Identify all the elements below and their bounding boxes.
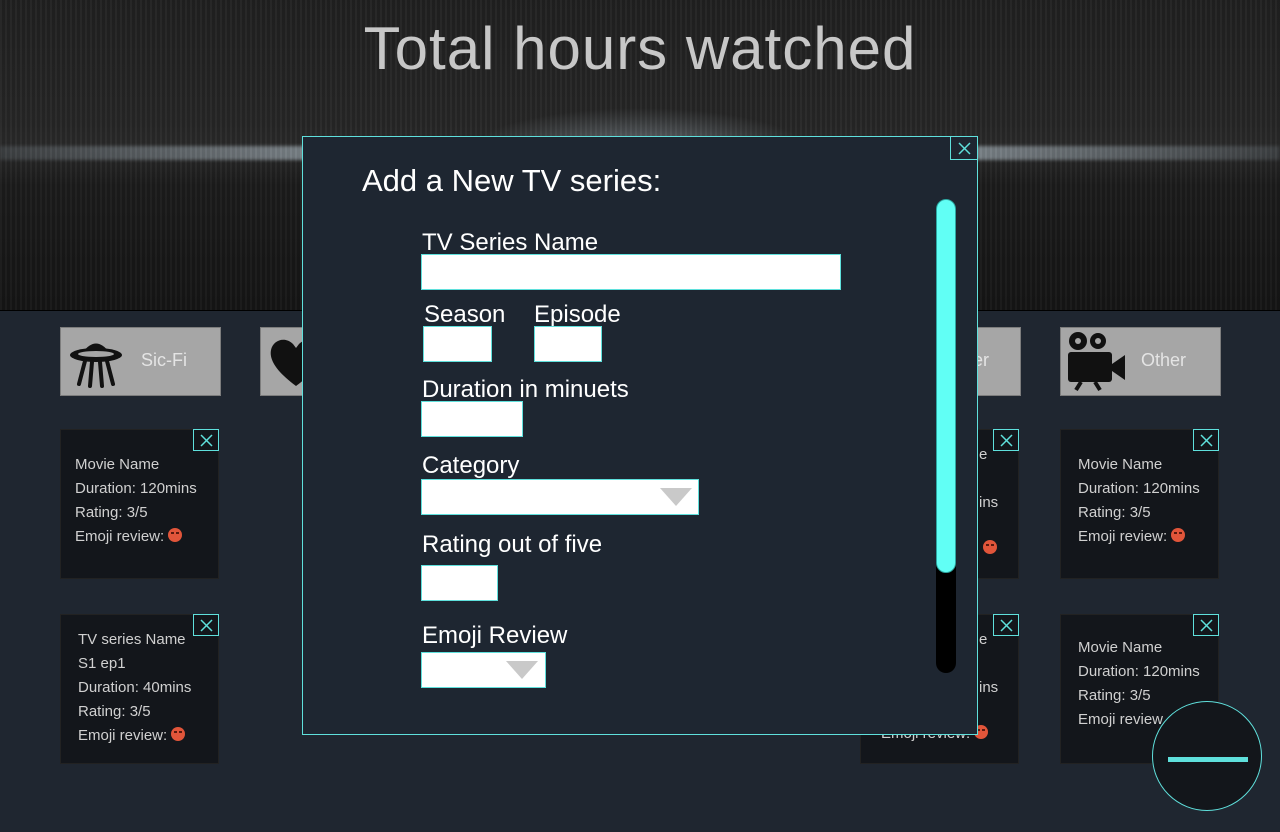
card-title: Movie Name [1078, 456, 1163, 473]
card-title: Movie Name [75, 456, 160, 473]
card-duration: Duration: 120mins [75, 480, 197, 497]
delete-card-button[interactable] [193, 429, 219, 451]
category-tile-other[interactable]: Other [1060, 327, 1221, 396]
delete-card-button[interactable] [1193, 429, 1219, 451]
chevron-down-icon [660, 488, 692, 506]
card-emoji-label: Emoji review: [78, 727, 168, 744]
delete-card-button[interactable] [993, 614, 1019, 636]
category-tile-scifi[interactable]: Sic-Fi [60, 327, 221, 396]
close-icon [1200, 619, 1213, 632]
card-duration: Duration: 120mins [1078, 663, 1200, 680]
modal-scrollbar[interactable] [936, 199, 956, 673]
category-label-other: Other [1141, 350, 1187, 370]
movie-card: Movie Name Duration: 120mins Rating: 3/5… [60, 429, 219, 579]
angry-face-icon [983, 540, 997, 554]
minimize-button[interactable] [1152, 701, 1262, 811]
card-rating: Rating: 3/5 [75, 504, 148, 521]
modal-title: Add a New TV series: [362, 163, 662, 198]
add-tv-series-modal: Add a New TV series: TV Series Name Seas… [302, 136, 978, 735]
page-title: Total hours watched [363, 15, 917, 82]
series-name-label: TV Series Name [422, 229, 599, 256]
close-modal-button[interactable] [950, 136, 978, 160]
duration-input[interactable] [421, 401, 523, 437]
delete-card-button[interactable] [993, 429, 1019, 451]
close-icon [958, 142, 971, 155]
scrollbar-thumb[interactable] [936, 199, 956, 573]
card-episode: S1 ep1 [78, 655, 126, 672]
angry-face-icon [171, 727, 186, 741]
close-icon [200, 619, 213, 632]
close-icon [200, 434, 213, 447]
category-label-scifi: Sic-Fi [141, 350, 187, 370]
category-select[interactable] [421, 479, 699, 515]
ufo-icon [70, 343, 122, 388]
delete-card-button[interactable] [193, 614, 219, 636]
tv-series-card: TV series Name S1 ep1 Duration: 40mins R… [60, 614, 219, 764]
angry-face-icon [1171, 528, 1186, 542]
emoji-review-label: Emoji Review [422, 622, 568, 649]
series-name-input[interactable] [421, 254, 841, 290]
card-duration: Duration: 40mins [78, 679, 192, 696]
card-rating: Rating: 3/5 [78, 703, 151, 720]
episode-label: Episode [534, 301, 621, 328]
angry-face-icon [168, 528, 183, 542]
movie-camera-icon [1068, 332, 1125, 392]
emoji-review-select[interactable] [421, 652, 546, 688]
close-icon [1200, 434, 1213, 447]
category-label: Category [422, 452, 520, 479]
close-icon [1000, 434, 1013, 447]
rating-label: Rating out of five [422, 531, 603, 558]
season-label: Season [424, 301, 506, 328]
card-rating: Rating: 3/5 [1078, 504, 1151, 521]
card-emoji-label: Emoji review: [1078, 528, 1168, 545]
rating-input[interactable] [421, 565, 498, 601]
movie-card: Movie Name Duration: 120mins Rating: 3/5… [1060, 429, 1219, 579]
card-emoji-label: Emoji review: [75, 528, 165, 545]
duration-label: Duration in minuets [422, 376, 629, 403]
delete-card-button[interactable] [1193, 614, 1219, 636]
minus-icon [1168, 757, 1248, 762]
close-icon [1000, 619, 1013, 632]
episode-input[interactable] [534, 326, 602, 362]
card-title: Movie Name [1078, 639, 1163, 656]
chevron-down-icon [506, 661, 538, 679]
card-duration: Duration: 120mins [1078, 480, 1200, 497]
season-input[interactable] [423, 326, 492, 362]
